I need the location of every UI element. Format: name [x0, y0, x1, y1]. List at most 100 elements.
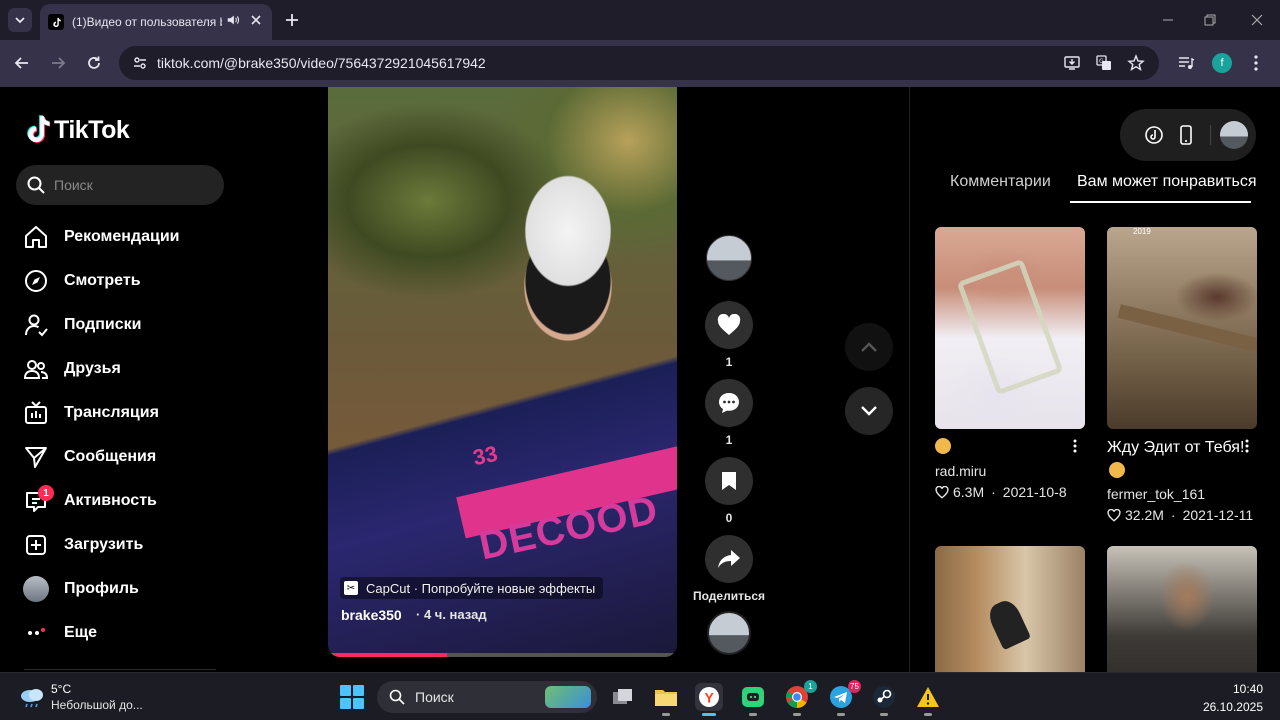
forward-button[interactable]: [47, 52, 69, 74]
right-panel: Комментарии Вам может понравиться rad.mi…: [909, 87, 1280, 672]
sidebar-item-messages[interactable]: Сообщения: [22, 435, 222, 479]
recommendation-more-button[interactable]: [1240, 437, 1254, 455]
video-player[interactable]: 33 DECOOD ✂ CapCut · Попробуйте новые эф…: [328, 87, 677, 657]
recommendation-card[interactable]: [1107, 546, 1257, 672]
clock-time[interactable]: 10:40: [1233, 682, 1263, 696]
profile-avatar: f: [1212, 53, 1232, 73]
weather-temperature[interactable]: 5°C: [51, 682, 71, 696]
profile-button[interactable]: f: [1211, 52, 1233, 74]
recommendation-more-button[interactable]: [1068, 437, 1082, 455]
search-highlight-image: [545, 686, 591, 708]
search-box[interactable]: Поиск: [16, 165, 224, 205]
sidebar-divider: [24, 669, 216, 670]
view-mode-switcher: [1120, 109, 1256, 161]
recommendation-author[interactable]: fermer_tok_161: [1107, 486, 1205, 502]
sidebar-item-friends[interactable]: Друзья: [22, 347, 222, 391]
sidebar-item-following[interactable]: Подписки: [22, 303, 222, 347]
media-control-icon[interactable]: [1175, 52, 1197, 74]
recommendation-card[interactable]: 2019: [1107, 227, 1257, 429]
chevron-down-icon: [15, 17, 25, 24]
minimize-button[interactable]: [1158, 10, 1178, 30]
tiktok-favicon-icon: [48, 14, 64, 30]
site-info-icon[interactable]: [129, 52, 151, 74]
jacket-number: 33: [470, 440, 500, 471]
capcut-label: CapCut · Попробуйте новые эффекты: [366, 580, 596, 596]
reload-icon: [88, 56, 100, 69]
close-window-button[interactable]: [1247, 10, 1267, 30]
tab-search-button[interactable]: [8, 8, 32, 32]
tiktok-logo[interactable]: TikTok: [24, 115, 130, 145]
close-tab-icon[interactable]: [250, 13, 262, 31]
file-explorer-icon[interactable]: [652, 683, 680, 716]
tiktok-mode-icon[interactable]: [1142, 123, 1166, 147]
activity-icon: 1: [22, 485, 54, 515]
translate-icon[interactable]: G: [1093, 52, 1115, 74]
like-button[interactable]: [705, 301, 753, 349]
tab-comments[interactable]: Комментарии: [950, 173, 1051, 191]
save-button[interactable]: [705, 457, 753, 505]
recommendation-emoji: [935, 437, 951, 455]
address-bar[interactable]: tiktok.com/@brake350/video/7564372921045…: [119, 46, 1159, 80]
windows-start-button[interactable]: [340, 685, 364, 709]
thumb-caption: 2019: [1133, 227, 1151, 236]
bookmark-star-icon[interactable]: [1125, 52, 1147, 74]
next-video-button[interactable]: [845, 387, 893, 435]
url-text: tiktok.com/@brake350/video/7564372921045…: [157, 55, 486, 71]
tab-recommended[interactable]: Вам может понравиться: [1077, 173, 1257, 191]
sidebar-item-label: Сообщения: [64, 448, 157, 465]
recommendation-card[interactable]: [935, 546, 1085, 672]
weather-description[interactable]: Небольшой до...: [51, 698, 143, 712]
user-avatar[interactable]: [1220, 121, 1248, 149]
clock-date[interactable]: 26.10.2025: [1203, 700, 1263, 714]
chevron-up-icon: [861, 342, 877, 352]
browser-menu-button[interactable]: [1245, 52, 1267, 74]
taskbar-search[interactable]: Поиск: [377, 681, 597, 713]
messenger-app-icon[interactable]: [739, 683, 767, 716]
sidebar-item-label: Смотреть: [64, 272, 141, 289]
sidebar-item-live[interactable]: Трансляция: [22, 391, 222, 435]
task-view-icon[interactable]: [609, 683, 637, 711]
capcut-effects-link[interactable]: ✂ CapCut · Попробуйте новые эффекты: [340, 577, 604, 599]
steam-icon[interactable]: [870, 683, 898, 716]
recommendation-author[interactable]: rad.miru: [935, 463, 986, 479]
browser-tab-active[interactable]: (1)Видео от пользователя brake350: [40, 4, 272, 40]
reload-button[interactable]: [83, 52, 105, 74]
speaker-icon[interactable]: [226, 13, 240, 32]
recommendation-meta: 6.3M · 2021-10-8: [935, 484, 1067, 500]
search-input[interactable]: Поиск: [54, 177, 93, 193]
music-disc[interactable]: [707, 611, 751, 655]
comment-button[interactable]: [705, 379, 753, 427]
video-author-link[interactable]: brake350: [341, 607, 402, 623]
recommendation-card[interactable]: [935, 227, 1085, 429]
recommendation-meta: 32.2M · 2021-12-11: [1107, 507, 1253, 523]
running-indicator: [749, 713, 757, 716]
mobile-mode-icon[interactable]: [1174, 123, 1198, 147]
arrow-right-icon: [52, 57, 66, 69]
face-emoji-icon: [935, 437, 951, 454]
yandex-browser-icon[interactable]: Y: [695, 683, 723, 716]
windows-taskbar: 5°C Небольшой до... Поиск Y 1 75 10:40 2…: [0, 672, 1280, 720]
restore-button[interactable]: [1200, 10, 1220, 30]
sidebar-item-label: Активность: [64, 492, 157, 509]
chrome-icon[interactable]: 1: [783, 680, 817, 716]
share-button[interactable]: [705, 535, 753, 583]
warning-app-icon[interactable]: [914, 683, 942, 716]
sidebar-item-recommendations[interactable]: Рекомендации: [22, 215, 222, 259]
sidebar-item-label: Загрузить: [64, 536, 144, 553]
install-app-icon[interactable]: [1061, 52, 1083, 74]
sidebar-item-more[interactable]: Еще: [22, 611, 222, 655]
sidebar-item-upload[interactable]: Загрузить: [22, 523, 222, 567]
upload-icon: [22, 531, 50, 559]
sidebar-item-activity[interactable]: 1 Активность: [22, 479, 222, 523]
compass-icon: [22, 267, 50, 295]
previous-video-button[interactable]: [845, 323, 893, 371]
separator-dot: ·: [1170, 507, 1176, 523]
sidebar-item-label: Еще: [64, 624, 98, 641]
sidebar-item-explore[interactable]: Смотреть: [22, 259, 222, 303]
back-button[interactable]: [11, 52, 33, 74]
author-avatar[interactable]: [706, 235, 752, 281]
new-tab-button[interactable]: [282, 10, 302, 30]
sidebar-item-profile[interactable]: Профиль: [22, 567, 222, 611]
taskbar-search-label: Поиск: [415, 689, 454, 705]
telegram-icon[interactable]: 75: [827, 680, 861, 716]
